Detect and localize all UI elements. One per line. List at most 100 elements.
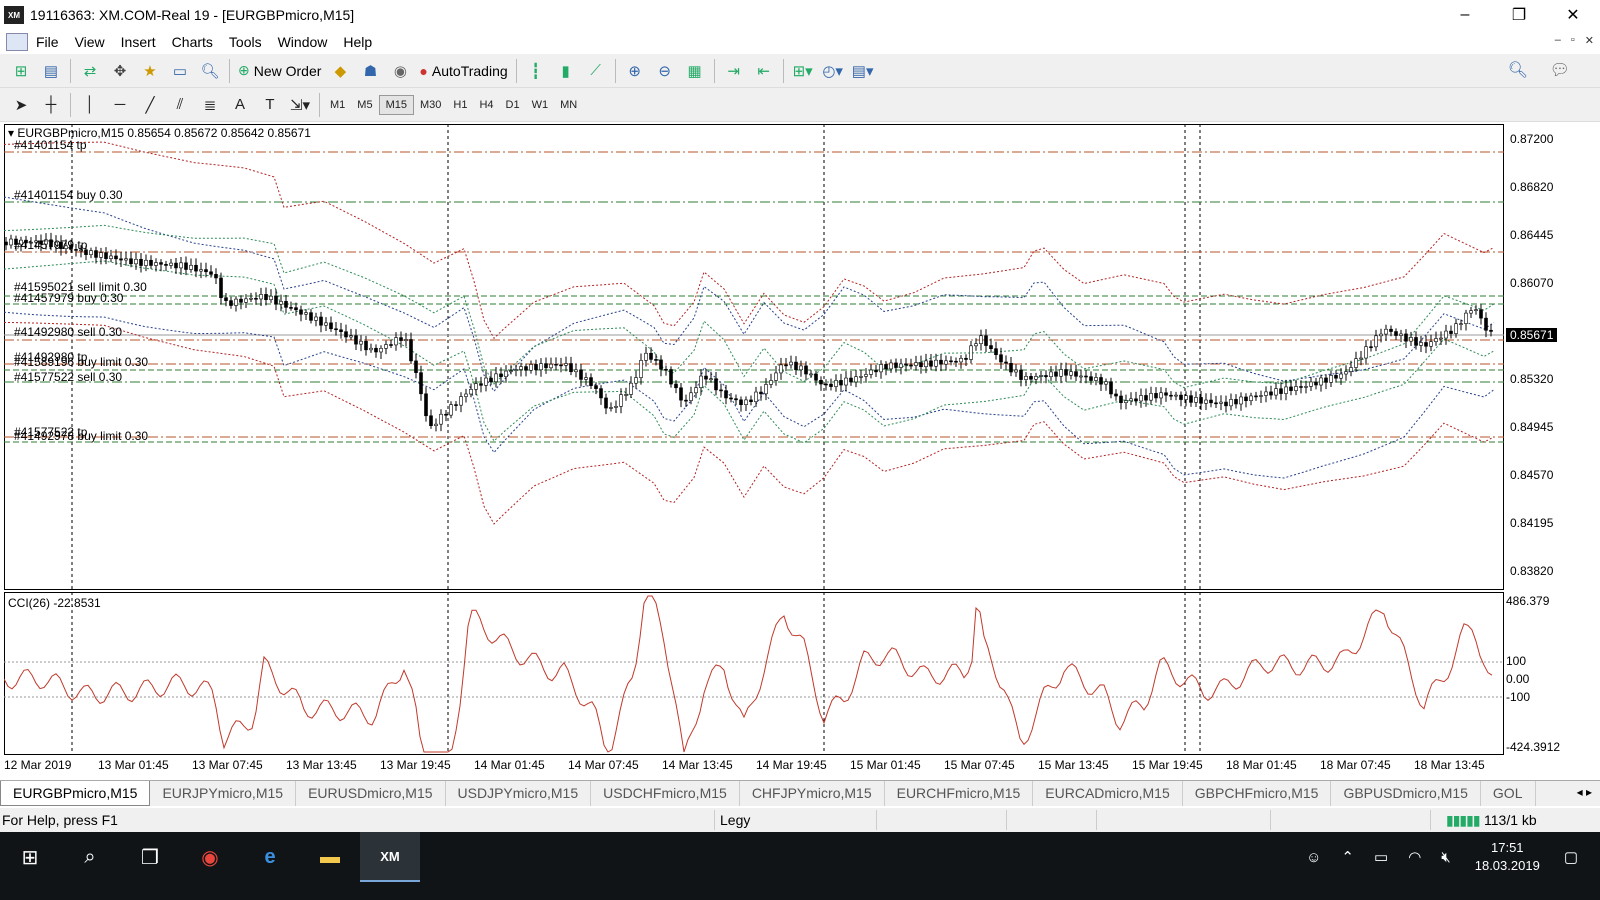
tile-windows-icon[interactable]: ▦ [680, 58, 710, 84]
tab-chfjpy[interactable]: CHFJPYmicro,M15 [740, 781, 885, 806]
chat-icon[interactable]: 💬︎ [1550, 60, 1570, 80]
tf-m1[interactable]: M1 [324, 96, 351, 114]
chrome-icon[interactable]: ◉ [180, 832, 240, 882]
tray-expand-icon[interactable]: ⌃ [1331, 848, 1364, 866]
trendline-icon[interactable]: ╱ [135, 92, 165, 118]
start-button-icon[interactable]: ⊞ [0, 832, 60, 882]
candle-body [99, 252, 103, 258]
data-window-icon[interactable]: ✥ [105, 58, 135, 84]
terminal-icon[interactable]: ▭ [165, 58, 195, 84]
file-explorer-icon[interactable]: ▬ [300, 832, 360, 882]
tab-gol[interactable]: GOL [1481, 781, 1536, 806]
line-chart-icon[interactable]: ⟋ [581, 58, 611, 84]
meta-editor-icon[interactable]: ◆ [325, 58, 355, 84]
tf-h4[interactable]: H4 [473, 96, 499, 114]
maximize-button[interactable]: ❐ [1492, 0, 1546, 30]
cci-line [3, 595, 1493, 753]
indicators-icon[interactable]: ⊞▾ [788, 58, 818, 84]
xm-terminal-taskbar-icon[interactable]: XM [360, 832, 420, 882]
cursor-icon[interactable]: ➤ [6, 92, 36, 118]
candle-body [1239, 396, 1243, 405]
tester-icon[interactable]: 🔍︎ [195, 58, 225, 84]
doc-restore-button[interactable]: ▫ [1571, 34, 1575, 47]
candle-body [434, 423, 438, 426]
menu-file[interactable]: File [28, 34, 67, 50]
channel-icon[interactable]: ⫽ [165, 92, 195, 118]
tab-eurusd[interactable]: EURUSDmicro,M15 [296, 781, 446, 806]
tab-gbpusd[interactable]: GBPUSDmicro,M15 [1331, 781, 1481, 806]
new-order-button[interactable]: ⊕ New Order [234, 62, 325, 79]
search-icon[interactable]: 🔍︎ [1508, 60, 1528, 80]
chart-shift-icon[interactable]: ⇤ [749, 58, 779, 84]
tf-w1[interactable]: W1 [526, 96, 555, 114]
templates-icon[interactable]: ▤▾ [848, 58, 878, 84]
menu-window[interactable]: Window [270, 34, 336, 50]
candle-body [649, 352, 653, 360]
doc-minimize-button[interactable]: – [1555, 34, 1561, 47]
battery-icon[interactable]: ▭ [1364, 848, 1398, 866]
candle-body [749, 399, 753, 403]
tf-m5[interactable]: M5 [351, 96, 378, 114]
profiles-icon[interactable]: ▤ [36, 58, 66, 84]
cci-scale[interactable]: 486.379 100 0.00 -100 -424.3912 [1504, 592, 1596, 754]
fibonacci-icon[interactable]: ≣ [195, 92, 225, 118]
price-scale[interactable]: 0.87200 0.86820 0.86445 0.86070 0.85671 … [1504, 124, 1596, 590]
time-label: 15 Mar 01:45 [850, 758, 921, 772]
menu-charts[interactable]: Charts [164, 34, 221, 50]
tab-eurcad[interactable]: EURCADmicro,M15 [1033, 781, 1183, 806]
tf-m30[interactable]: M30 [414, 96, 447, 114]
market-icon[interactable]: ◉ [385, 58, 415, 84]
tf-d1[interactable]: D1 [500, 96, 526, 114]
tf-m15[interactable]: M15 [378, 94, 414, 115]
tab-scroll-arrows[interactable]: ◂ ▸ [1577, 785, 1592, 799]
menu-insert[interactable]: Insert [113, 34, 164, 50]
navigator-icon[interactable]: ★ [135, 58, 165, 84]
candle-body [389, 344, 393, 346]
volume-muted-icon[interactable]: 🔇︎ [1431, 849, 1460, 866]
tf-h1[interactable]: H1 [447, 96, 473, 114]
tab-usdjpy[interactable]: USDJPYmicro,M15 [446, 781, 592, 806]
autotrading-button[interactable]: ● AutoTrading [415, 63, 511, 79]
candle-body [754, 391, 758, 403]
arrows-icon[interactable]: ⇲▾ [285, 92, 315, 118]
horizontal-line-icon[interactable]: ─ [105, 92, 135, 118]
autoscroll-icon[interactable]: ⇥ [719, 58, 749, 84]
zoom-out-icon[interactable]: ⊖ [650, 58, 680, 84]
candlestick-icon[interactable]: ▮ [551, 58, 581, 84]
tab-gbpchf[interactable]: GBPCHFmicro,M15 [1183, 781, 1332, 806]
minimize-button[interactable]: – [1438, 0, 1492, 30]
menu-tools[interactable]: Tools [221, 34, 270, 50]
chart-window[interactable] [3, 124, 1596, 780]
text-label-icon[interactable]: T [255, 92, 285, 118]
menu-help[interactable]: Help [335, 34, 380, 50]
candle-body [1229, 399, 1233, 407]
text-tool-icon[interactable]: A [225, 92, 255, 118]
wifi-icon[interactable]: ◠ [1398, 848, 1431, 866]
document-icon[interactable] [6, 33, 28, 51]
candle-body [1234, 399, 1238, 405]
market-watch-icon[interactable]: ⇄ [75, 58, 105, 84]
tab-eurjpy[interactable]: EURJPYmicro,M15 [150, 781, 297, 806]
signals-icon[interactable]: ☗ [355, 58, 385, 84]
vertical-line-icon[interactable]: │ [75, 92, 105, 118]
tf-mn[interactable]: MN [554, 96, 583, 114]
task-view-icon[interactable]: ❐ [120, 832, 180, 882]
edge-icon[interactable]: e [240, 832, 300, 882]
crosshair-icon[interactable]: ┼ [36, 92, 66, 118]
periods-icon[interactable]: ◴▾ [818, 58, 848, 84]
tab-eurchf[interactable]: EURCHFmicro,M15 [885, 781, 1034, 806]
people-icon[interactable]: ☺ [1296, 849, 1331, 866]
chart-canvas[interactable] [3, 124, 1596, 780]
notifications-icon[interactable]: ▢ [1554, 848, 1600, 866]
new-chart-icon[interactable]: ⊞ [6, 58, 36, 84]
tab-usdchf[interactable]: USDCHFmicro,M15 [591, 781, 740, 806]
tab-eurgbp[interactable]: EURGBPmicro,M15 [0, 781, 151, 806]
search-taskbar-icon[interactable]: ⌕ [60, 832, 120, 882]
system-clock[interactable]: 17:51 18.03.2019 [1461, 839, 1554, 875]
menu-view[interactable]: View [67, 34, 113, 50]
doc-close-button[interactable]: ✕ [1585, 34, 1594, 47]
candle-body [1444, 330, 1448, 339]
bar-chart-icon[interactable]: ┇ [521, 58, 551, 84]
zoom-in-icon[interactable]: ⊕ [620, 58, 650, 84]
close-button[interactable]: ✕ [1546, 0, 1600, 30]
